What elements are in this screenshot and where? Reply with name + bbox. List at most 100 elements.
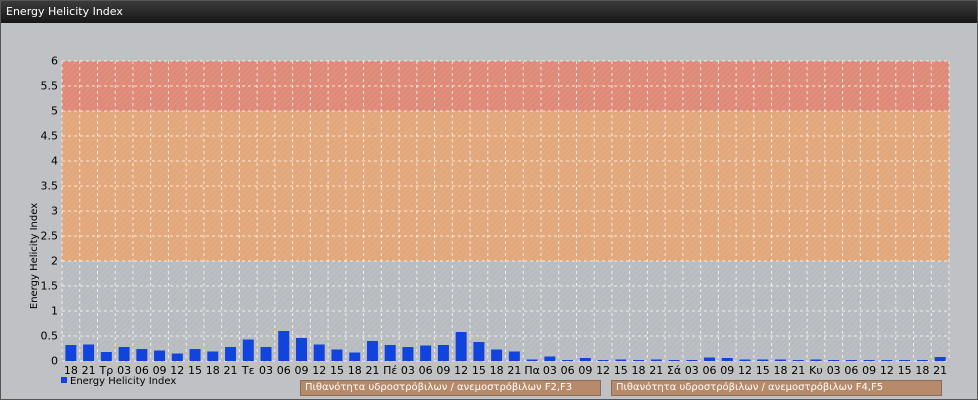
x-tick-label-21: 09 <box>436 364 450 377</box>
x-tick-label-23: 15 <box>472 364 486 377</box>
bar-20 <box>420 345 432 361</box>
bar-14 <box>313 344 325 361</box>
x-tick-label-48: 18 <box>915 364 929 377</box>
bar-33 <box>650 359 662 361</box>
bar-42 <box>810 359 822 361</box>
y-tick-label-0: 0 <box>51 355 58 368</box>
x-tick-label-16: 18 <box>348 364 362 377</box>
bar-23 <box>473 342 485 361</box>
y-tick-label-11: 5.5 <box>41 80 59 93</box>
bar-48 <box>916 360 928 361</box>
x-tick-label-29: 09 <box>578 364 592 377</box>
bar-18 <box>384 345 396 361</box>
bar-0 <box>65 345 77 361</box>
y-tick-label-8: 4 <box>51 155 58 168</box>
chart-title: Energy Helicity Index <box>6 5 123 18</box>
y-tick-label-6: 3 <box>51 205 58 218</box>
x-tick-label-37: 09 <box>720 364 734 377</box>
x-tick-label-42: Κυ <box>809 364 823 377</box>
bar-35 <box>686 360 698 361</box>
y-tick-label-2: 1 <box>51 305 58 318</box>
x-tick-label-7: 15 <box>188 364 202 377</box>
chart-panel: Energy Helicity Index 0 0.5 1 1.5 2 2.5 3 3.5 4 4… <box>0 0 978 400</box>
bar-47 <box>899 360 911 361</box>
band-legend-f2-f3: Πιθανότητα υδροστρόβιλων / ανεμοστρόβιλω… <box>300 380 601 396</box>
x-tick-label-30: 12 <box>596 364 610 377</box>
bar-36 <box>704 357 716 361</box>
bar-32 <box>633 360 645 361</box>
y-tick-label-4: 2 <box>51 255 58 268</box>
x-tick-label-36: 06 <box>703 364 717 377</box>
x-tick-label-10: Τε <box>241 364 255 377</box>
x-tick-label-47: 15 <box>898 364 912 377</box>
x-tick-label-28: 06 <box>561 364 575 377</box>
bar-30 <box>597 360 609 361</box>
bar-28 <box>562 360 574 361</box>
bar-22 <box>455 332 467 361</box>
x-tick-label-38: 12 <box>738 364 752 377</box>
bar-9 <box>225 347 237 361</box>
x-tick-label-49: 21 <box>933 364 947 377</box>
bar-19 <box>402 347 414 361</box>
bar-31 <box>615 359 627 361</box>
bar-27 <box>544 356 556 361</box>
bar-38 <box>739 359 751 361</box>
x-tick-label-9: 21 <box>224 364 238 377</box>
x-tick-label-33: 21 <box>649 364 663 377</box>
x-tick-label-15: 15 <box>330 364 344 377</box>
bar-29 <box>579 358 591 361</box>
bar-12 <box>278 331 290 361</box>
x-tick-label-32: 18 <box>632 364 646 377</box>
bar-39 <box>757 359 769 361</box>
x-tick-label-35: 03 <box>685 364 699 377</box>
x-tick-label-40: 18 <box>773 364 787 377</box>
x-tick-label-25: 21 <box>507 364 521 377</box>
x-tick-label-24: 18 <box>490 364 504 377</box>
x-tick-label-44: 06 <box>844 364 858 377</box>
x-tick-label-27: 03 <box>543 364 557 377</box>
y-axis-label: Energy Helicity Index <box>29 203 40 309</box>
bar-16 <box>349 352 361 361</box>
x-tick-label-8: 18 <box>206 364 220 377</box>
x-tick-label-18: Πέ <box>383 364 397 377</box>
bar-1 <box>83 344 95 361</box>
bar-21 <box>437 345 449 361</box>
bar-5 <box>154 350 166 361</box>
x-tick-label-39: 15 <box>756 364 770 377</box>
x-tick-label-34: Σά <box>667 364 681 377</box>
bar-15 <box>331 349 343 361</box>
y-tick-label-12: 6 <box>51 55 58 68</box>
y-tick-label-10: 5 <box>51 105 58 118</box>
bar-6 <box>171 353 183 361</box>
x-tick-label-11: 03 <box>259 364 273 377</box>
y-tick-label-7: 3.5 <box>41 180 59 193</box>
y-tick-label-5: 2.5 <box>41 230 59 243</box>
bar-41 <box>792 360 804 361</box>
x-tick-label-41: 21 <box>791 364 805 377</box>
bar-46 <box>881 360 893 361</box>
legend-swatch <box>61 377 67 383</box>
bar-4 <box>136 349 148 361</box>
bar-40 <box>774 359 786 361</box>
bar-49 <box>934 357 946 361</box>
legend-series-label: Energy Helicity Index <box>70 376 177 387</box>
x-tick-label-31: 15 <box>614 364 628 377</box>
bar-34 <box>668 360 680 361</box>
y-tick-label-3: 1.5 <box>41 280 59 293</box>
bar-44 <box>845 360 857 361</box>
bar-17 <box>366 341 378 361</box>
x-tick-label-17: 21 <box>365 364 379 377</box>
band-legend-f4-f5: Πιθανότητα υδροστρόβιλων / ανεμοστρόβιλω… <box>611 380 942 396</box>
bar-8 <box>207 351 219 361</box>
chart-legend: Energy Helicity Index <box>61 376 176 387</box>
bar-26 <box>526 359 538 361</box>
x-tick-label-26: Πα <box>524 364 540 377</box>
bar-37 <box>721 358 733 361</box>
bar-10 <box>242 339 254 361</box>
bar-45 <box>863 360 875 361</box>
y-tick-label-9: 4.5 <box>41 130 59 143</box>
x-tick-label-19: 03 <box>401 364 415 377</box>
x-tick-label-14: 12 <box>312 364 326 377</box>
x-tick-label-43: 03 <box>827 364 841 377</box>
bar-13 <box>295 338 307 361</box>
